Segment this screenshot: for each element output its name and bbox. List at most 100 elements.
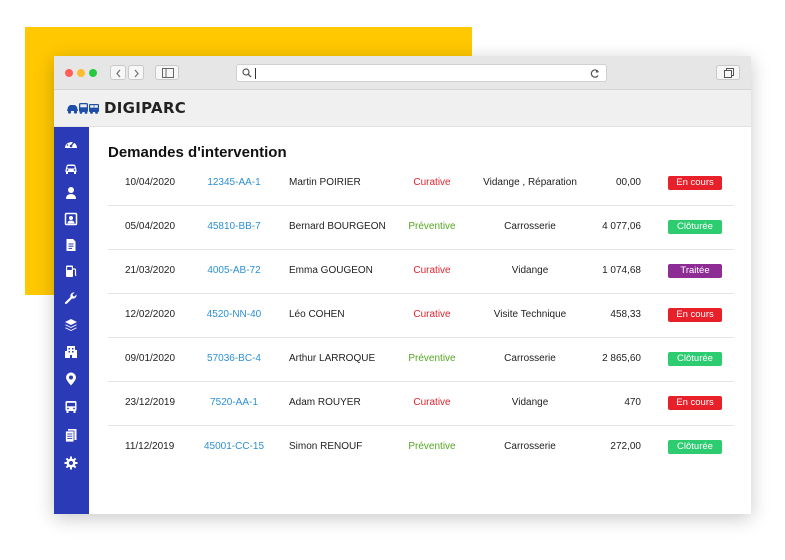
- intervention-type-cell: Curative: [413, 309, 451, 320]
- plate-cell: 4520-NN-40: [199, 309, 269, 320]
- table-row[interactable]: 10/04/2020 12345-AA-1 Martin POIRIER Curati…: [108, 162, 734, 206]
- close-window-dot[interactable]: [65, 69, 73, 77]
- amount-cell: 2 865,60: [602, 353, 641, 364]
- driver-name-cell: Léo COHEN: [289, 309, 345, 320]
- search-icon: [242, 68, 252, 78]
- plate-link[interactable]: 45810-BB-7: [207, 221, 260, 232]
- amount-cell: 4 077,06: [602, 221, 641, 232]
- service-cell: Carrosserie: [504, 353, 556, 364]
- brand-name: DIGIPARC: [104, 99, 187, 117]
- dashboard-icon[interactable]: [64, 137, 78, 151]
- interventions-table: 10/04/2020 12345-AA-1 Martin POIRIER Curati…: [108, 162, 734, 470]
- status-badge: En cours: [668, 308, 722, 322]
- plate-link[interactable]: 57036-BC-4: [207, 353, 261, 364]
- amount-cell: 470: [624, 397, 641, 408]
- driver-name-cell: Emma GOUGEON: [289, 265, 373, 276]
- plate-cell: 7520-AA-1: [199, 397, 269, 408]
- amount-cell: 00,00: [615, 177, 641, 188]
- driver-name-cell: Adam ROUYER: [289, 397, 361, 408]
- table-row[interactable]: 11/12/2019 45001-CC-15 Simon RENOUF Prévent…: [108, 426, 734, 470]
- intervention-type-cell: Préventive: [408, 221, 456, 232]
- service-cell: Carrosserie: [504, 221, 556, 232]
- driver-name-cell: Simon RENOUF: [289, 441, 363, 452]
- status-badge: En cours: [668, 396, 722, 410]
- driver-name-cell: Arthur LARROQUE: [289, 353, 376, 364]
- status-badge: Traitée: [668, 264, 722, 278]
- main-content: Demandes d'intervention 10/04/2020 12345-…: [89, 127, 751, 514]
- map-pin-icon[interactable]: [64, 372, 78, 386]
- intervention-type-cell: Curative: [413, 265, 451, 276]
- intervention-type-cell: Préventive: [408, 441, 456, 452]
- fuel-icon[interactable]: [64, 264, 78, 278]
- date-cell: 10/04/2020: [125, 177, 176, 188]
- amount-cell: 1 074,68: [602, 265, 641, 276]
- plate-link[interactable]: 4005-AB-72: [207, 265, 260, 276]
- car-icon[interactable]: [64, 161, 78, 175]
- page-title: Demandes d'intervention: [108, 144, 287, 161]
- gear-icon[interactable]: [64, 456, 78, 470]
- plate-cell: 45001-CC-15: [199, 441, 269, 452]
- date-cell: 09/01/2020: [125, 353, 176, 364]
- minimize-window-dot[interactable]: [77, 69, 85, 77]
- table-row[interactable]: 23/12/2019 7520-AA-1 Adam ROUYER Curative Vi…: [108, 382, 734, 426]
- table-row[interactable]: 21/03/2020 4005-AB-72 Emma GOUGEON Curative…: [108, 250, 734, 294]
- status-badge: Clôturée: [668, 440, 722, 454]
- status-badge: Clôturée: [668, 352, 722, 366]
- bus-icon[interactable]: [64, 400, 78, 414]
- intervention-type-cell: Curative: [413, 397, 451, 408]
- maximize-window-dot[interactable]: [89, 69, 97, 77]
- service-cell: Vidange: [511, 265, 549, 276]
- plate-link[interactable]: 12345-AA-1: [207, 177, 260, 188]
- app-header: DIGIPARC: [54, 90, 751, 127]
- plate-link[interactable]: 4520-NN-40: [207, 309, 261, 320]
- table-row[interactable]: 09/01/2020 57036-BC-4 Arthur LARROQUE Préve…: [108, 338, 734, 382]
- building-icon[interactable]: [64, 345, 78, 359]
- sidebar: [54, 127, 89, 514]
- documents-icon[interactable]: [64, 428, 78, 442]
- service-cell: Visite Technique: [493, 309, 567, 320]
- amount-cell: 272,00: [610, 441, 641, 452]
- amount-cell: 458,33: [610, 309, 641, 320]
- text-caret: [255, 68, 256, 79]
- status-badge: En cours: [668, 176, 722, 190]
- plate-cell: 12345-AA-1: [199, 177, 269, 188]
- driver-name-cell: Bernard BOURGEON: [289, 221, 386, 232]
- status-badge: Clôturée: [668, 220, 722, 234]
- sidebar-toggle-button[interactable]: [155, 65, 179, 80]
- back-button[interactable]: [110, 65, 126, 80]
- date-cell: 21/03/2020: [125, 265, 176, 276]
- vehicles-logo-icon: [67, 103, 99, 114]
- browser-toolbar: [54, 56, 751, 90]
- address-bar[interactable]: [236, 64, 607, 82]
- intervention-type-cell: Curative: [413, 177, 451, 188]
- plate-cell: 45810-BB-7: [199, 221, 269, 232]
- browser-window: DIGIPARC Demandes d'intervention 10/04/2…: [54, 56, 751, 514]
- user-icon[interactable]: [64, 186, 78, 200]
- date-cell: 23/12/2019: [125, 397, 176, 408]
- chevron-left-icon: [116, 69, 121, 78]
- document-icon[interactable]: [64, 238, 78, 252]
- table-row[interactable]: 12/02/2020 4520-NN-40 Léo COHEN Curative Vis…: [108, 294, 734, 338]
- intervention-type-cell: Préventive: [408, 353, 456, 364]
- layers-icon[interactable]: [64, 318, 78, 332]
- date-cell: 05/04/2020: [125, 221, 176, 232]
- forward-button[interactable]: [128, 65, 144, 80]
- sidebar-icon: [162, 68, 174, 78]
- driver-name-cell: Martin POIRIER: [289, 177, 361, 188]
- plate-link[interactable]: 45001-CC-15: [204, 441, 264, 452]
- service-cell: Vidange , Réparation: [483, 177, 577, 188]
- driver-badge-icon[interactable]: [64, 212, 78, 226]
- plate-cell: 4005-AB-72: [199, 265, 269, 276]
- date-cell: 12/02/2020: [125, 309, 176, 320]
- wrench-icon[interactable]: [64, 291, 78, 305]
- plate-link[interactable]: 7520-AA-1: [210, 397, 258, 408]
- tabs-icon: [724, 68, 734, 78]
- service-cell: Vidange: [511, 397, 549, 408]
- date-cell: 11/12/2019: [125, 441, 175, 452]
- plate-cell: 57036-BC-4: [199, 353, 269, 364]
- tabs-overview-button[interactable]: [716, 65, 740, 80]
- service-cell: Carrosserie: [504, 441, 556, 452]
- table-row[interactable]: 05/04/2020 45810-BB-7 Bernard BOURGEON Prév…: [108, 206, 734, 250]
- reload-icon[interactable]: [590, 68, 600, 79]
- chevron-right-icon: [134, 69, 139, 78]
